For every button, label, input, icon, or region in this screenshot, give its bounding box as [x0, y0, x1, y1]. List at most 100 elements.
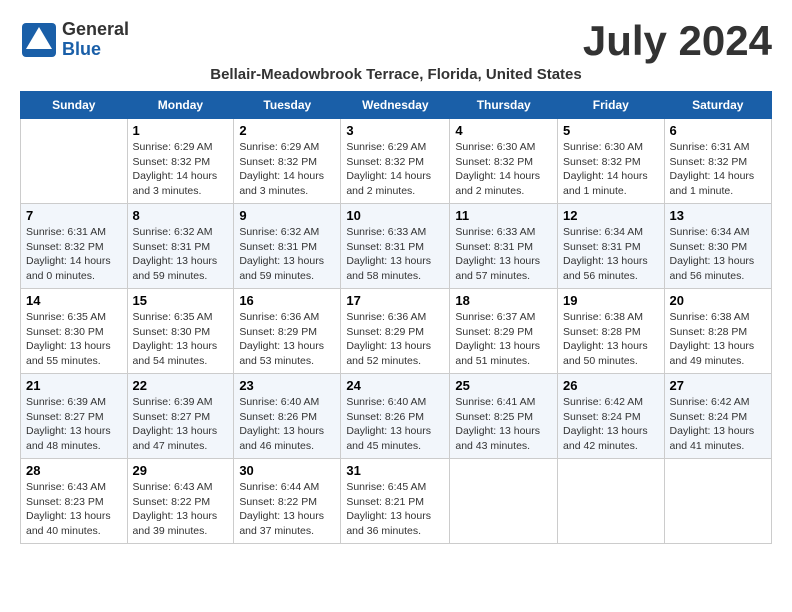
- calendar-cell: 25Sunrise: 6:41 AM Sunset: 8:25 PM Dayli…: [450, 374, 558, 459]
- day-number: 17: [346, 293, 444, 308]
- calendar-cell: [664, 459, 771, 544]
- day-info: Sunrise: 6:35 AM Sunset: 8:30 PM Dayligh…: [26, 310, 122, 369]
- day-info: Sunrise: 6:30 AM Sunset: 8:32 PM Dayligh…: [455, 140, 552, 199]
- calendar-cell: 29 Sunrise: 6:43 AM Sunset: 8:22 PM Dayli…: [127, 459, 234, 544]
- day-number: 14: [26, 293, 122, 308]
- weekday-header: Friday: [558, 92, 665, 119]
- day-number: 4: [455, 123, 552, 138]
- calendar-cell: 31Sunrise: 6:45 AM Sunset: 8:21 PM Dayli…: [341, 459, 450, 544]
- day-number: 9: [239, 208, 335, 223]
- day-info: Sunrise: 6:43 AM Sunset: 8:23 PM Dayligh…: [26, 480, 122, 539]
- weekday-header: Tuesday: [234, 92, 341, 119]
- day-number: 18: [455, 293, 552, 308]
- calendar-cell: 3Sunrise: 6:29 AM Sunset: 8:32 PM Daylig…: [341, 119, 450, 204]
- calendar-cell: 2 Sunrise: 6:29 AM Sunset: 8:32 PM Daylig…: [234, 119, 341, 204]
- day-info: Sunrise: 6:38 AM Sunset: 8:28 PM Dayligh…: [670, 310, 766, 369]
- calendar-cell: 13 Sunrise: 6:34 AM Sunset: 8:30 PM Dayli…: [664, 204, 771, 289]
- day-number: 7: [26, 208, 122, 223]
- weekday-header: Sunday: [21, 92, 128, 119]
- calendar-cell: 7 Sunrise: 6:31 AM Sunset: 8:32 PM Daylig…: [21, 204, 128, 289]
- day-info: Sunrise: 6:33 AM Sunset: 8:31 PM Dayligh…: [346, 225, 444, 284]
- weekday-header: Saturday: [664, 92, 771, 119]
- day-info: Sunrise: 6:31 AM Sunset: 8:32 PM Dayligh…: [26, 225, 122, 284]
- day-number: 1: [133, 123, 229, 138]
- calendar-cell: 22 Sunrise: 6:39 AM Sunset: 8:27 PM Dayli…: [127, 374, 234, 459]
- day-info: Sunrise: 6:42 AM Sunset: 8:24 PM Dayligh…: [670, 395, 766, 454]
- calendar-cell: 8Sunrise: 6:32 AM Sunset: 8:31 PM Daylig…: [127, 204, 234, 289]
- calendar-week-row: 1 Sunrise: 6:29 AM Sunset: 8:32 PM Daylig…: [21, 119, 772, 204]
- calendar-table: SundayMondayTuesdayWednesdayThursdayFrid…: [20, 91, 772, 544]
- logo-icon: [20, 21, 58, 59]
- day-number: 13: [670, 208, 766, 223]
- day-info: Sunrise: 6:39 AM Sunset: 8:27 PM Dayligh…: [133, 395, 229, 454]
- day-info: Sunrise: 6:33 AM Sunset: 8:31 PM Dayligh…: [455, 225, 552, 284]
- day-number: 24: [346, 378, 444, 393]
- day-number: 2: [239, 123, 335, 138]
- day-number: 27: [670, 378, 766, 393]
- day-info: Sunrise: 6:36 AM Sunset: 8:29 PM Dayligh…: [346, 310, 444, 369]
- day-number: 28: [26, 463, 122, 478]
- day-info: Sunrise: 6:39 AM Sunset: 8:27 PM Dayligh…: [26, 395, 122, 454]
- weekday-header: Thursday: [450, 92, 558, 119]
- day-info: Sunrise: 6:32 AM Sunset: 8:31 PM Dayligh…: [239, 225, 335, 284]
- day-info: Sunrise: 6:30 AM Sunset: 8:32 PM Dayligh…: [563, 140, 659, 199]
- day-number: 29: [133, 463, 229, 478]
- calendar-cell: 21 Sunrise: 6:39 AM Sunset: 8:27 PM Dayli…: [21, 374, 128, 459]
- day-number: 22: [133, 378, 229, 393]
- day-number: 6: [670, 123, 766, 138]
- day-info: Sunrise: 6:32 AM Sunset: 8:31 PM Dayligh…: [133, 225, 229, 284]
- day-info: Sunrise: 6:40 AM Sunset: 8:26 PM Dayligh…: [239, 395, 335, 454]
- day-info: Sunrise: 6:41 AM Sunset: 8:25 PM Dayligh…: [455, 395, 552, 454]
- weekday-header-row: SundayMondayTuesdayWednesdayThursdayFrid…: [21, 92, 772, 119]
- calendar-cell: 17 Sunrise: 6:36 AM Sunset: 8:29 PM Dayli…: [341, 289, 450, 374]
- calendar-cell: [558, 459, 665, 544]
- calendar-cell: 28 Sunrise: 6:43 AM Sunset: 8:23 PM Dayli…: [21, 459, 128, 544]
- day-info: Sunrise: 6:42 AM Sunset: 8:24 PM Dayligh…: [563, 395, 659, 454]
- day-info: Sunrise: 6:29 AM Sunset: 8:32 PM Dayligh…: [239, 140, 335, 199]
- subtitle: Bellair-Meadowbrook Terrace, Florida, Un…: [20, 66, 772, 83]
- day-number: 21: [26, 378, 122, 393]
- logo-general: General: [62, 20, 129, 40]
- day-info: Sunrise: 6:29 AM Sunset: 8:32 PM Dayligh…: [133, 140, 229, 199]
- day-number: 23: [239, 378, 335, 393]
- day-info: Sunrise: 6:35 AM Sunset: 8:30 PM Dayligh…: [133, 310, 229, 369]
- page-header: General Blue July 2024: [20, 20, 772, 62]
- calendar-cell: 30Sunrise: 6:44 AM Sunset: 8:22 PM Dayli…: [234, 459, 341, 544]
- day-number: 31: [346, 463, 444, 478]
- calendar-week-row: 28 Sunrise: 6:43 AM Sunset: 8:23 PM Dayli…: [21, 459, 772, 544]
- day-number: 20: [670, 293, 766, 308]
- day-info: Sunrise: 6:37 AM Sunset: 8:29 PM Dayligh…: [455, 310, 552, 369]
- calendar-cell: 18 Sunrise: 6:37 AM Sunset: 8:29 PM Dayli…: [450, 289, 558, 374]
- day-number: 26: [563, 378, 659, 393]
- weekday-header: Monday: [127, 92, 234, 119]
- calendar-cell: 15 Sunrise: 6:35 AM Sunset: 8:30 PM Dayli…: [127, 289, 234, 374]
- weekday-header: Wednesday: [341, 92, 450, 119]
- logo: General Blue: [20, 20, 129, 60]
- day-info: Sunrise: 6:31 AM Sunset: 8:32 PM Dayligh…: [670, 140, 766, 199]
- day-number: 12: [563, 208, 659, 223]
- logo-blue: Blue: [62, 40, 129, 60]
- day-info: Sunrise: 6:36 AM Sunset: 8:29 PM Dayligh…: [239, 310, 335, 369]
- calendar-cell: 12Sunrise: 6:34 AM Sunset: 8:31 PM Dayli…: [558, 204, 665, 289]
- calendar-week-row: 21 Sunrise: 6:39 AM Sunset: 8:27 PM Dayli…: [21, 374, 772, 459]
- calendar-cell: 20 Sunrise: 6:38 AM Sunset: 8:28 PM Dayli…: [664, 289, 771, 374]
- calendar-cell: 11Sunrise: 6:33 AM Sunset: 8:31 PM Dayli…: [450, 204, 558, 289]
- day-info: Sunrise: 6:44 AM Sunset: 8:22 PM Dayligh…: [239, 480, 335, 539]
- day-number: 19: [563, 293, 659, 308]
- day-info: Sunrise: 6:38 AM Sunset: 8:28 PM Dayligh…: [563, 310, 659, 369]
- day-info: Sunrise: 6:40 AM Sunset: 8:26 PM Dayligh…: [346, 395, 444, 454]
- calendar-cell: 1 Sunrise: 6:29 AM Sunset: 8:32 PM Daylig…: [127, 119, 234, 204]
- calendar-cell: 24 Sunrise: 6:40 AM Sunset: 8:26 PM Dayli…: [341, 374, 450, 459]
- day-number: 16: [239, 293, 335, 308]
- day-info: Sunrise: 6:34 AM Sunset: 8:30 PM Dayligh…: [670, 225, 766, 284]
- calendar-cell: 10Sunrise: 6:33 AM Sunset: 8:31 PM Dayli…: [341, 204, 450, 289]
- calendar-cell: 14 Sunrise: 6:35 AM Sunset: 8:30 PM Dayli…: [21, 289, 128, 374]
- month-title: July 2024: [583, 20, 772, 62]
- day-info: Sunrise: 6:43 AM Sunset: 8:22 PM Dayligh…: [133, 480, 229, 539]
- calendar-cell: 5Sunrise: 6:30 AM Sunset: 8:32 PM Daylig…: [558, 119, 665, 204]
- calendar-cell: 19 Sunrise: 6:38 AM Sunset: 8:28 PM Dayli…: [558, 289, 665, 374]
- calendar-cell: 6 Sunrise: 6:31 AM Sunset: 8:32 PM Daylig…: [664, 119, 771, 204]
- calendar-cell: 9 Sunrise: 6:32 AM Sunset: 8:31 PM Daylig…: [234, 204, 341, 289]
- calendar-cell: 23 Sunrise: 6:40 AM Sunset: 8:26 PM Dayli…: [234, 374, 341, 459]
- day-number: 15: [133, 293, 229, 308]
